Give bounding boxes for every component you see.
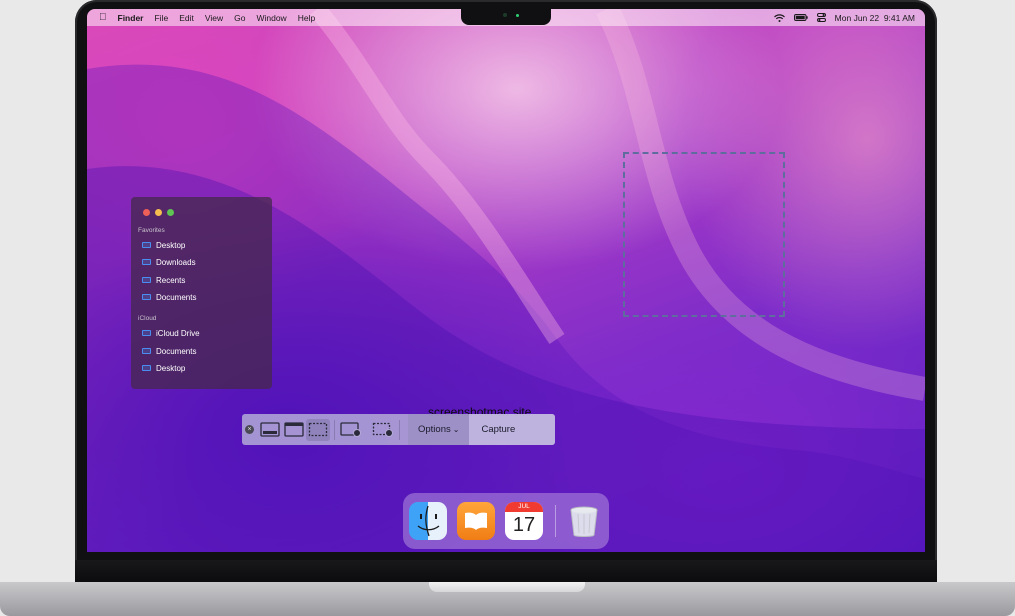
wifi-icon[interactable] [773, 13, 785, 22]
laptop-bezel-bottom [75, 560, 937, 582]
folder-icon [142, 348, 151, 354]
sidebar-item-downloads[interactable]: Downloads [142, 256, 196, 268]
record-selection-icon [372, 422, 393, 437]
capture-selection-area[interactable] [623, 152, 785, 317]
sidebar-item-label: Documents [156, 346, 197, 356]
menu-window[interactable]: Window [256, 13, 286, 23]
dock: JUL 17 [403, 493, 609, 549]
sidebar-item-icloud-desktop[interactable]: Desktop [142, 362, 185, 374]
trash-icon [570, 506, 598, 537]
sidebar-item-label: Documents [156, 292, 197, 302]
window-icon [284, 422, 304, 437]
menu-file[interactable]: File [154, 13, 168, 23]
camera-icon [503, 13, 507, 17]
folder-icon [142, 294, 151, 300]
close-icon: × [247, 426, 252, 433]
selection-icon [308, 422, 328, 437]
calendar-month: JUL [505, 502, 543, 512]
camera-indicator-icon [516, 14, 519, 17]
menu-view[interactable]: View [205, 13, 223, 23]
toolbar-divider [399, 419, 400, 440]
sidebar-section-icloud: iCloud [138, 315, 157, 322]
finder-sidebar-window: Favorites Desktop Downloads Recents Docu… [131, 197, 272, 389]
apple-icon[interactable]:  [99, 12, 107, 23]
control-center-icon[interactable] [816, 13, 826, 22]
zoom-window-button[interactable] [167, 209, 174, 216]
finder-dock-icon[interactable] [409, 502, 447, 540]
menu-edit[interactable]: Edit [179, 13, 194, 23]
minimize-window-button[interactable] [155, 209, 162, 216]
sidebar-section-favorites: Favorites [138, 227, 165, 234]
capture-selected-portion-button[interactable] [306, 418, 330, 441]
menu-clock[interactable]: Mon Jun 22 9:41 AM [835, 13, 915, 23]
sidebar-item-desktop[interactable]: Desktop [142, 239, 185, 251]
camera-notch [461, 9, 551, 25]
options-menu-button[interactable]: Options ⌄ [408, 414, 470, 445]
record-screen-icon [340, 422, 361, 437]
close-toolbar-button[interactable]: × [245, 425, 254, 434]
laptop-thumb-notch [429, 582, 585, 592]
folder-icon [142, 330, 151, 336]
sidebar-item-label: Recents [156, 275, 186, 285]
capture-label: Capture [481, 424, 516, 435]
open-book-icon [465, 512, 487, 530]
folder-icon [142, 259, 151, 265]
screenshot-toolbar: × Options ⌄ Capture [242, 414, 555, 445]
capture-window-button[interactable] [282, 419, 306, 441]
sidebar-item-icloud-drive[interactable]: iCloud Drive [142, 327, 200, 339]
menu-help[interactable]: Help [298, 13, 315, 23]
desktop-screen:  Finder File Edit View Go Window Help [87, 9, 925, 552]
sidebar-item-icloud-documents[interactable]: Documents [142, 345, 196, 357]
menu-go[interactable]: Go [234, 13, 245, 23]
trash-dock-icon[interactable] [565, 502, 603, 540]
record-selected-portion-button[interactable] [371, 419, 395, 441]
folder-icon [142, 277, 151, 283]
capture-entire-screen-button[interactable] [258, 419, 282, 441]
books-dock-icon[interactable] [457, 502, 495, 540]
toolbar-divider [334, 419, 335, 440]
sidebar-item-documents[interactable]: Documents [142, 291, 196, 303]
close-window-button[interactable] [143, 209, 150, 216]
options-label: Options [418, 424, 451, 435]
sidebar-item-label: iCloud Drive [156, 328, 200, 338]
entire-screen-icon [260, 422, 280, 437]
sidebar-item-recents[interactable]: Recents [142, 274, 185, 286]
sidebar-item-label: Desktop [156, 363, 186, 373]
finder-face-icon [417, 505, 440, 537]
dock-divider [555, 505, 556, 537]
calendar-dock-icon[interactable]: JUL 17 [505, 502, 543, 540]
sidebar-item-label: Downloads [156, 257, 196, 267]
folder-icon [142, 242, 151, 248]
chevron-down-icon: ⌄ [452, 425, 460, 434]
menu-app-name[interactable]: Finder [118, 13, 144, 23]
folder-icon [142, 365, 151, 371]
record-entire-screen-button[interactable] [339, 419, 363, 441]
battery-icon[interactable] [793, 14, 808, 21]
calendar-day: 17 [512, 514, 536, 536]
window-controls [143, 209, 174, 216]
sidebar-item-label: Desktop [156, 240, 186, 250]
capture-button[interactable]: Capture [469, 414, 555, 445]
